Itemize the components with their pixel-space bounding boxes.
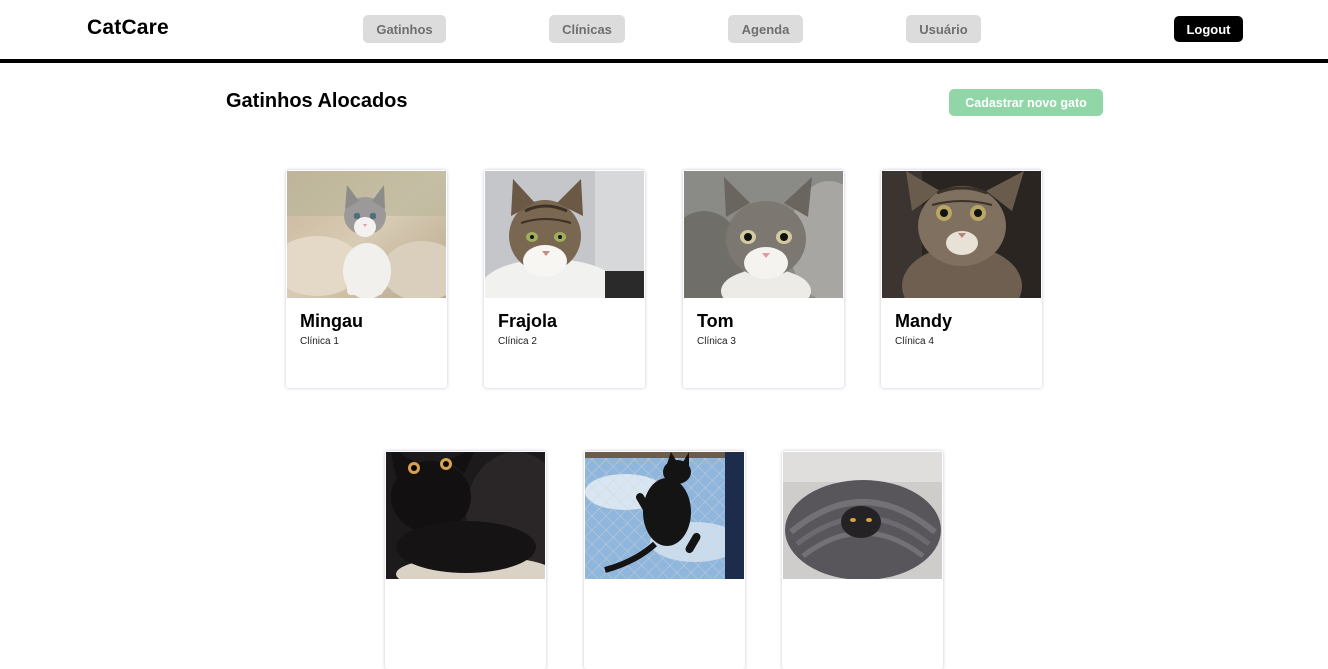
cat-photo-frajola xyxy=(485,171,644,298)
cat-photo-cat-on-net xyxy=(585,452,744,579)
page-title: Gatinhos Alocados xyxy=(226,90,408,112)
cat-name: Tom xyxy=(697,311,734,331)
nav-button-usuario[interactable]: Usuário xyxy=(906,15,981,43)
cat-card-tom[interactable]: Tom Clínica 3 xyxy=(683,170,844,388)
cat-photo-mingau xyxy=(287,171,446,298)
cat-card-6[interactable] xyxy=(584,451,745,669)
cat-card-mandy[interactable]: Mandy Clínica 4 xyxy=(881,170,1042,388)
cat-photo-mandy xyxy=(882,171,1041,298)
cat-clinic: Clínica 1 xyxy=(300,336,339,347)
cat-card-mingau[interactable]: Mingau Clínica 1 xyxy=(286,170,447,388)
nav-button-clinicas[interactable]: Clínicas xyxy=(549,15,625,43)
cat-clinic: Clínica 2 xyxy=(498,336,537,347)
cat-card-7[interactable] xyxy=(782,451,943,669)
cat-name: Frajola xyxy=(498,311,558,331)
cat-clinic: Clínica 3 xyxy=(697,336,736,347)
cat-clinic: Clínica 4 xyxy=(895,336,934,347)
cat-photo-tom xyxy=(684,171,843,298)
cat-name: Mandy xyxy=(895,311,953,331)
app-logo[interactable]: CatCare xyxy=(87,16,169,40)
cat-card-5[interactable] xyxy=(385,451,546,669)
header-divider xyxy=(0,59,1328,63)
nav-button-agenda[interactable]: Agenda xyxy=(728,15,803,43)
logout-button[interactable]: Logout xyxy=(1174,16,1243,42)
cat-photo-cat-in-blanket xyxy=(783,452,942,579)
cat-card-frajola[interactable]: Frajola Clínica 2 xyxy=(484,170,645,388)
add-cat-button[interactable]: Cadastrar novo gato xyxy=(949,89,1103,116)
nav-button-gatinhos[interactable]: Gatinhos xyxy=(363,15,446,43)
top-navigation-bar: CatCare Gatinhos Clínicas Agenda Usuário… xyxy=(0,0,1328,59)
cat-name: Mingau xyxy=(300,311,363,331)
cat-photo-black-cat xyxy=(386,452,545,579)
